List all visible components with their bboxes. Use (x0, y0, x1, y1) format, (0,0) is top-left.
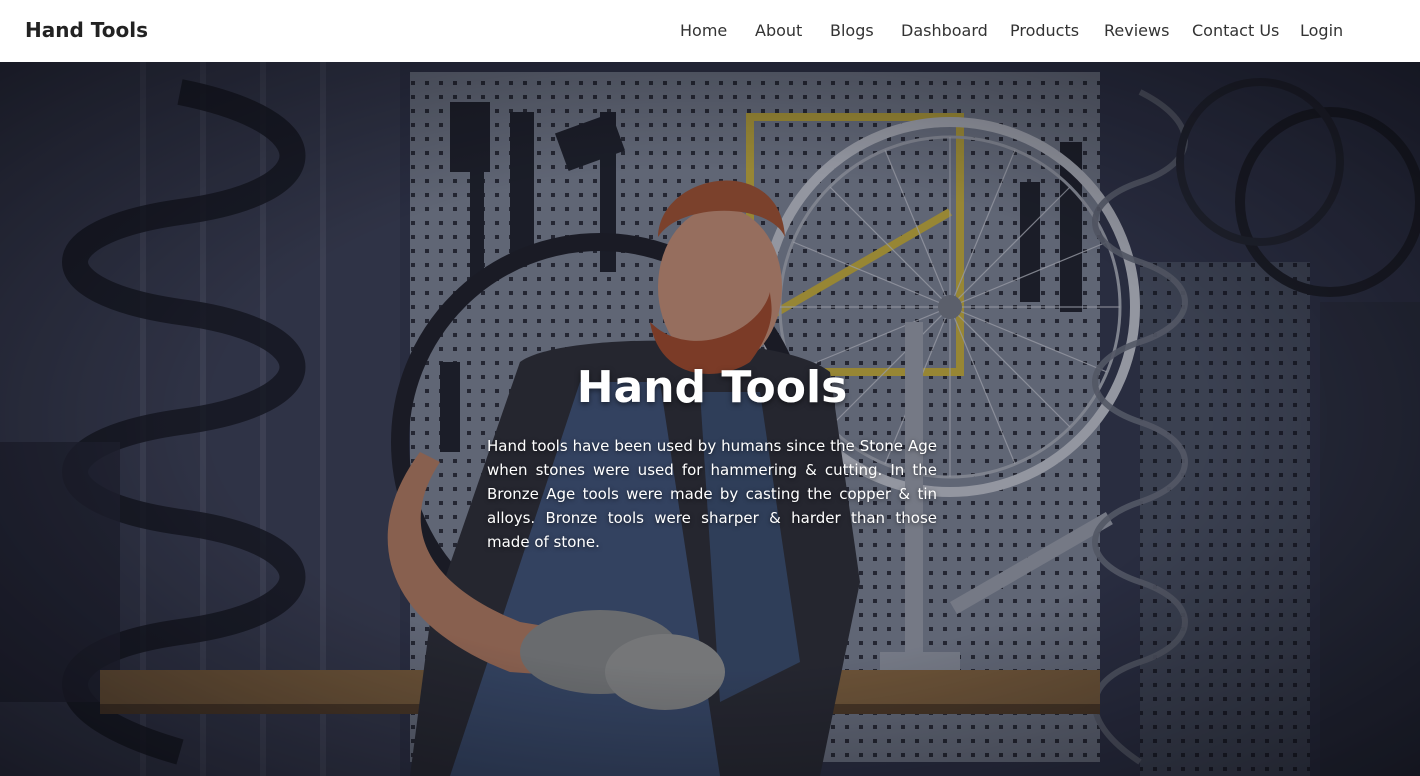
hero-description: Hand tools have been used by humans sinc… (487, 437, 937, 551)
hero-banner: Hand Tools Hand tools have been used by … (0, 62, 1420, 776)
top-navbar: Hand Tools Home About Blogs Dashboard Pr… (0, 0, 1420, 62)
nav-link-login[interactable]: Login (1300, 20, 1343, 42)
hero-dark-overlay (0, 62, 1420, 776)
nav-link-products[interactable]: Products (1010, 20, 1079, 42)
nav-link-dashboard[interactable]: Dashboard (901, 20, 988, 42)
nav-link-contact-us[interactable]: Contact Us (1192, 20, 1279, 42)
nav-link-about[interactable]: About (755, 20, 802, 42)
nav-link-blogs[interactable]: Blogs (830, 20, 874, 42)
hero-title: Hand Tools (576, 362, 848, 413)
nav-link-reviews[interactable]: Reviews (1104, 20, 1169, 42)
nav-links: Home About Blogs Dashboard Products Revi… (0, 20, 1420, 42)
nav-link-home[interactable]: Home (680, 20, 727, 42)
